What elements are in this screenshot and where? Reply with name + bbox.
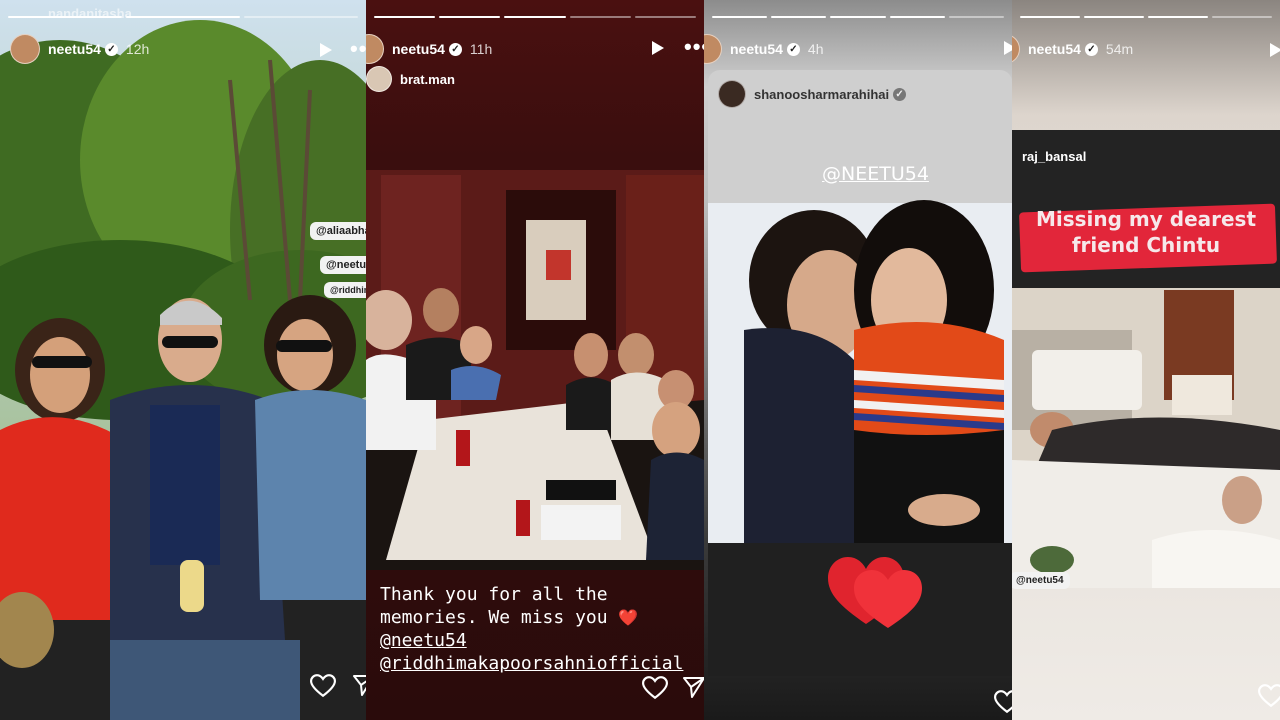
story-time: 11h xyxy=(469,41,493,57)
previous-username: nandanitasha xyxy=(48,6,132,21)
more-options-icon[interactable]: ••• xyxy=(684,36,704,58)
heart-icon[interactable] xyxy=(1258,684,1280,708)
mention-neetu54[interactable]: @neetu54 xyxy=(380,630,467,651)
play-icon[interactable] xyxy=(320,43,332,57)
reshare-source[interactable]: brat.man xyxy=(366,66,455,92)
mention-neetu54[interactable]: @NEETU54 xyxy=(822,163,929,185)
verified-badge-icon: ✓ xyxy=(104,42,118,56)
mention-tag-1[interactable]: @aliaabhat xyxy=(310,222,366,240)
caption-line-2: memories. We miss you xyxy=(380,607,608,628)
story-header: neetu54 ✓ 4h xyxy=(704,34,1012,64)
story-username[interactable]: neetu54 xyxy=(392,41,445,57)
avatar[interactable] xyxy=(704,34,722,64)
story-time: 54m xyxy=(1105,41,1134,57)
reshare-source[interactable]: shanoosharmarahihai ✓ xyxy=(718,80,907,108)
avatar[interactable] xyxy=(10,34,40,64)
story-background xyxy=(1012,0,1280,720)
story-header: neetu54 ✓ 54m xyxy=(1012,34,1280,64)
story-caption: Thank you for all the memories. We miss … xyxy=(380,583,683,675)
verified-badge-icon: ✓ xyxy=(1084,42,1098,56)
mention-tag-3[interactable]: @riddhimaka xyxy=(324,282,366,298)
verified-badge-icon: ✓ xyxy=(893,87,907,101)
story-panel-2[interactable]: neetu54 ✓ 11h ••• brat.man Thank you for… xyxy=(366,0,704,720)
progress-bars xyxy=(374,16,697,18)
progress-bars xyxy=(712,16,1005,18)
reshare-avatar xyxy=(718,80,746,108)
play-icon[interactable] xyxy=(1004,41,1012,55)
heart-icon[interactable] xyxy=(310,674,336,698)
red-heart-icon: ❤️ xyxy=(618,608,639,627)
avatar[interactable] xyxy=(1012,34,1020,64)
story-panel-1[interactable]: nandanitasha neetu54 ✓ 12h ••• @aliaabha… xyxy=(0,0,366,720)
reshare-username: brat.man xyxy=(400,71,455,87)
progress-bars xyxy=(1020,16,1272,18)
story-username[interactable]: neetu54 xyxy=(48,41,101,57)
mention-riddhima[interactable]: @riddhimakapoorsahniofficial xyxy=(380,653,683,674)
story-username[interactable]: neetu54 xyxy=(1028,41,1081,57)
story-time: 12h xyxy=(125,41,150,57)
banner-line-2: friend Chintu xyxy=(1071,233,1221,257)
banner-line-1: Missing my dearest xyxy=(1035,207,1257,231)
story-username[interactable]: neetu54 xyxy=(730,41,783,57)
heart-icon[interactable] xyxy=(994,690,1012,714)
heart-icon[interactable] xyxy=(642,676,668,700)
story-header: neetu54 ✓ 12h xyxy=(10,34,366,64)
reshare-username: shanoosharmarahihai xyxy=(754,86,890,102)
send-icon[interactable] xyxy=(352,674,366,696)
story-photo-family-outdoors xyxy=(0,0,366,720)
more-options-icon[interactable]: ••• xyxy=(350,38,366,60)
reshare-avatar xyxy=(366,66,392,92)
mention-tag[interactable]: @neetu54 xyxy=(1012,572,1070,589)
reshare-username[interactable]: raj_bansal xyxy=(1022,149,1086,164)
play-icon[interactable] xyxy=(652,41,664,55)
avatar[interactable] xyxy=(366,34,384,64)
caption-line-1: Thank you for all the xyxy=(380,584,608,605)
verified-badge-icon: ✓ xyxy=(448,42,462,56)
story-panel-3[interactable]: neetu54 ✓ 4h shanoosharmarahihai ✓ @NEET… xyxy=(704,0,1012,720)
story-panel-4[interactable]: neetu54 ✓ 54m raj_bansal Missing my dear… xyxy=(1012,0,1280,720)
verified-badge-icon: ✓ xyxy=(786,42,800,56)
send-icon[interactable] xyxy=(682,676,704,698)
story-time: 4h xyxy=(807,41,824,57)
mention-tag-2[interactable]: @neetu54 xyxy=(320,256,366,274)
banner-text: Missing my dearest friend Chintu xyxy=(1012,206,1280,258)
double-heart-icon xyxy=(828,557,922,628)
play-icon[interactable] xyxy=(1270,43,1280,57)
